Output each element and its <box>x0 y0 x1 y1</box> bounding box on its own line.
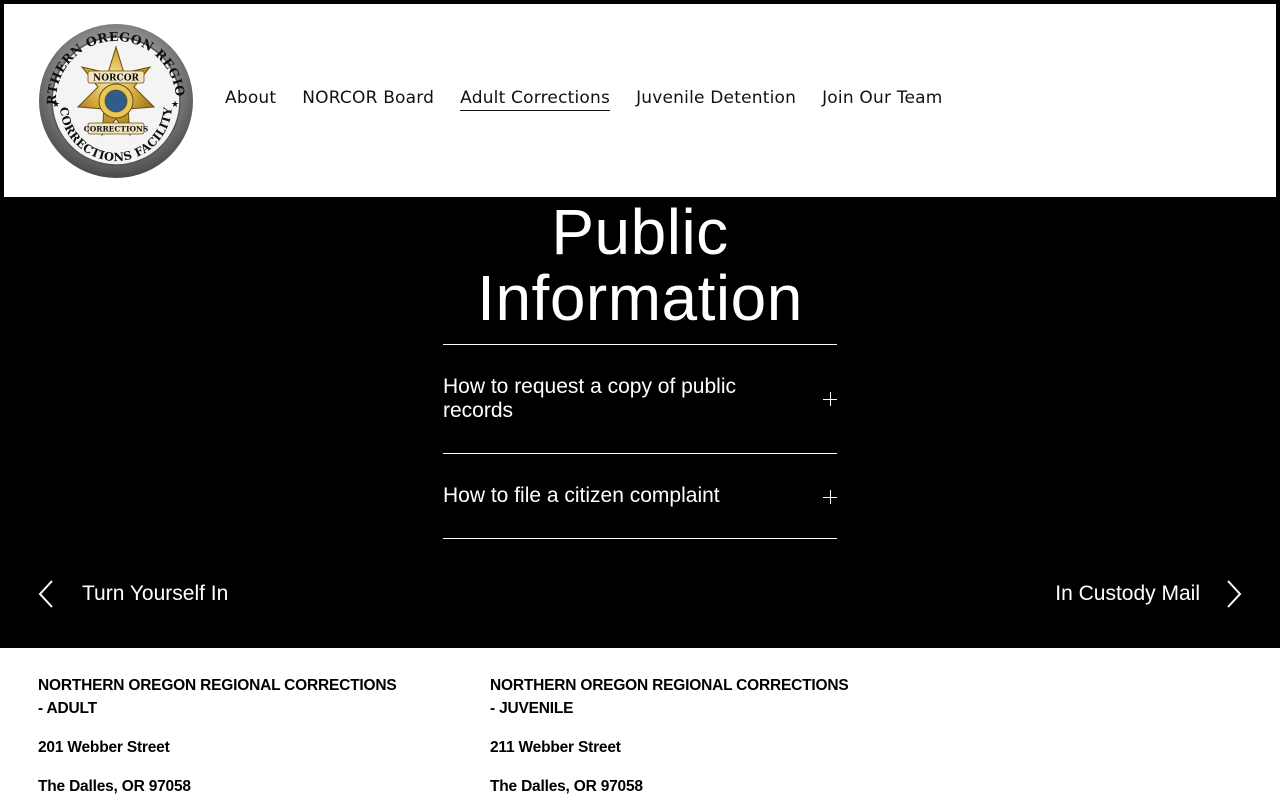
nav-norcor-board[interactable]: NORCOR Board <box>302 88 434 111</box>
chevron-left-icon <box>38 580 53 608</box>
nav-adult-corrections[interactable]: Adult Corrections <box>460 88 611 111</box>
page-title-line-1: Public <box>551 196 729 268</box>
norcor-logo[interactable]: NORTHERN OREGON REGIONAL CORRECTIONS FAC… <box>38 23 194 179</box>
next-page-link[interactable]: In Custody Mail <box>1055 580 1242 608</box>
page-title-line-2: Information <box>477 262 803 334</box>
footer-org-name: NORTHERN OREGON REGIONAL CORRECTIONS - A… <box>38 677 397 717</box>
footer-org-name: NORTHERN OREGON REGIONAL CORRECTIONS - J… <box>490 677 849 717</box>
main-nav: About NORCOR Board Adult Corrections Juv… <box>225 88 943 111</box>
main-content: Public Information How to request a copy… <box>0 197 1280 648</box>
plus-icon[interactable] <box>823 490 837 504</box>
accordion-item-citizen-complaint[interactable]: How to file a citizen complaint <box>443 454 837 539</box>
previous-page-link[interactable]: Turn Yourself In <box>38 580 228 608</box>
svg-text:★: ★ <box>52 100 60 110</box>
previous-page-label: Turn Yourself In <box>82 582 229 605</box>
accordion-item-public-records[interactable]: How to request a copy of public records <box>443 345 837 454</box>
footer-column-adult: NORTHERN OREGON REGIONAL CORRECTIONS - A… <box>38 674 398 798</box>
svg-text:NORCOR: NORCOR <box>93 74 140 84</box>
nav-juvenile-detention[interactable]: Juvenile Detention <box>636 88 796 111</box>
accordion-item-title: How to request a copy of public records <box>443 375 736 422</box>
footer-address: 201 Webber Street <box>38 739 170 756</box>
svg-text:★: ★ <box>171 100 179 110</box>
site-footer: NORTHERN OREGON REGIONAL CORRECTIONS - A… <box>0 648 1280 800</box>
accordion-item-title: How to file a citizen complaint <box>443 484 720 507</box>
norcor-seal-icon: NORTHERN OREGON REGIONAL CORRECTIONS FAC… <box>38 23 193 178</box>
chevron-right-icon <box>1227 580 1242 608</box>
nav-about[interactable]: About <box>225 88 276 111</box>
footer-address: 211 Webber Street <box>490 739 621 756</box>
nav-join-our-team[interactable]: Join Our Team <box>822 88 942 111</box>
svg-text:CORRECTIONS: CORRECTIONS <box>84 125 149 134</box>
next-page-label: In Custody Mail <box>1055 582 1200 605</box>
footer-city: The Dalles, OR 97058 <box>490 778 643 795</box>
accordion: How to request a copy of public records … <box>443 344 837 539</box>
footer-column-juvenile: NORTHERN OREGON REGIONAL CORRECTIONS - J… <box>490 674 850 798</box>
footer-city: The Dalles, OR 97058 <box>38 778 191 795</box>
page-title: Public Information <box>0 199 1280 331</box>
site-header: NORTHERN OREGON REGIONAL CORRECTIONS FAC… <box>4 4 1276 197</box>
plus-icon[interactable] <box>823 392 837 406</box>
